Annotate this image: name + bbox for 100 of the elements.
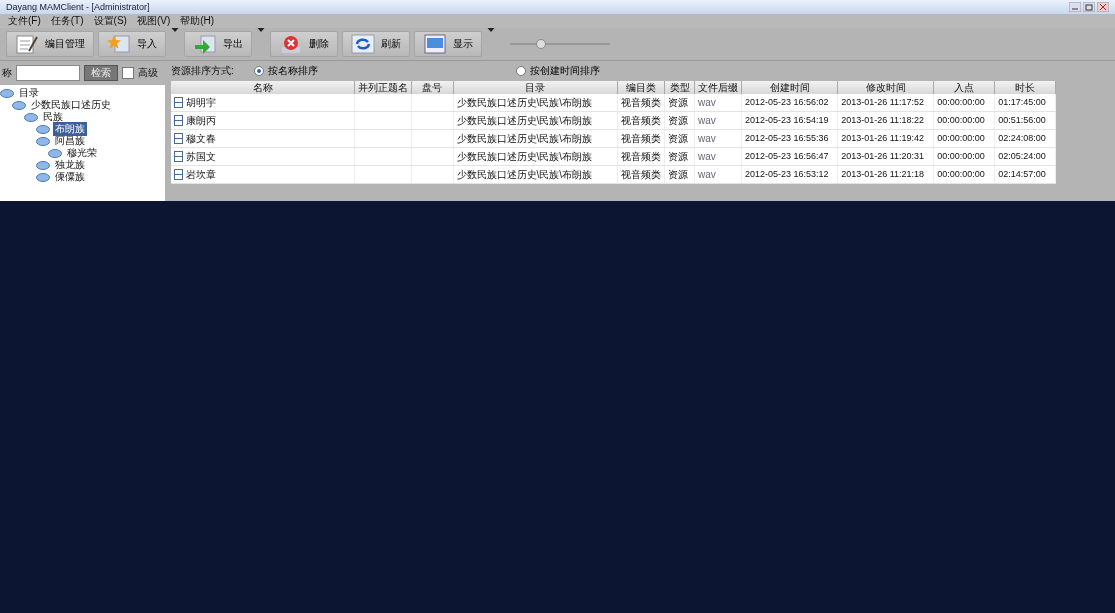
menu-item[interactable]: 任务(T) xyxy=(50,14,84,28)
close-icon[interactable] xyxy=(1097,2,1109,12)
table-cell-text: wav xyxy=(697,132,716,146)
table-cell-text: 02:05:24:00 xyxy=(998,150,1046,163)
table-cell-text: 00:00:00:00 xyxy=(937,96,985,109)
table-cell-text: wav xyxy=(697,96,716,110)
column-header[interactable]: 盘号 xyxy=(412,81,454,94)
node-icon xyxy=(36,172,50,182)
film-icon xyxy=(174,151,183,162)
toolbar-button[interactable]: 导出 xyxy=(184,31,252,57)
table-cell-text: 2012-05-23 16:56:47 xyxy=(745,150,829,163)
minimize-icon[interactable] xyxy=(1069,2,1081,12)
table-cell-text: wav xyxy=(697,168,716,182)
search-label: 称 xyxy=(2,66,12,80)
column-header[interactable]: 时长 xyxy=(995,81,1057,94)
advanced-checkbox[interactable] xyxy=(122,67,134,79)
tree-item[interactable]: 民族 xyxy=(41,110,65,124)
table-cell-text: 2013-01-26 11:21:18 xyxy=(841,168,925,181)
tree-item[interactable]: 少数民族口述历史 xyxy=(29,98,113,112)
table-cell-text: 资源 xyxy=(668,114,689,128)
table-cell-text: 00:00:00:00 xyxy=(937,132,985,145)
table-cell-text: 少数民族口述历史\民族\布朗族 xyxy=(456,150,593,164)
export-arrow-icon xyxy=(193,33,217,55)
tree-item[interactable]: 目录 xyxy=(17,86,41,100)
film-icon xyxy=(174,133,183,144)
table-cell-text: 02:14:57:00 xyxy=(998,168,1046,181)
tree-item[interactable]: 布朗族 xyxy=(53,122,87,136)
tree-item[interactable]: 傈僳族 xyxy=(53,170,87,184)
table-cell-text: 视音频类 xyxy=(621,168,662,182)
folder-node-icon xyxy=(36,136,50,146)
table-cell-text: 苏国文 xyxy=(186,150,216,164)
sort-label: 资源排序方式: xyxy=(171,64,234,78)
sort-radio[interactable]: 按创建时间排序 xyxy=(515,64,600,78)
table-cell-text: 康朗丙 xyxy=(186,114,216,128)
menu-item[interactable]: 文件(F) xyxy=(8,14,41,28)
table-cell-text: 00:00:00:00 xyxy=(937,114,985,127)
table-cell-text: 视音频类 xyxy=(621,150,662,164)
table-cell-text: 少数民族口述历史\民族\布朗族 xyxy=(456,114,593,128)
folder-node-icon xyxy=(24,112,38,122)
sort-radio[interactable]: 按名称排序 xyxy=(253,64,318,78)
table-cell-text: 资源 xyxy=(668,132,689,146)
table-cell-text: 00:51:56:00 xyxy=(998,114,1046,127)
column-header[interactable]: 编目类 xyxy=(618,81,666,94)
menu-item[interactable]: 帮助(H) xyxy=(180,14,215,28)
column-header[interactable]: 类型 xyxy=(665,81,695,94)
star-arrow-icon xyxy=(107,33,131,55)
table-cell-text: 2012-05-23 16:56:02 xyxy=(745,96,829,109)
menu-item[interactable]: 视图(V) xyxy=(136,14,171,28)
table-cell-text: wav xyxy=(697,114,716,128)
table-cell-text: 岩坎章 xyxy=(186,168,216,182)
column-header[interactable]: 目录 xyxy=(453,81,619,94)
table-cell-text: 2013-01-26 11:17:52 xyxy=(841,96,925,109)
column-header[interactable]: 名称 xyxy=(171,81,356,94)
monitor-icon xyxy=(423,33,447,55)
table-cell-text: 少数民族口述历史\民族\布朗族 xyxy=(456,168,593,182)
window-title: Dayang MAMClient - [Administrator] xyxy=(6,2,150,12)
search-button[interactable]: 检索 xyxy=(84,65,118,81)
film-icon xyxy=(174,115,183,126)
table-cell-text: 资源 xyxy=(668,150,689,164)
column-header[interactable]: 并列正题名 xyxy=(355,81,413,94)
toolbar-button[interactable]: 显示 xyxy=(414,31,482,57)
restore-icon[interactable] xyxy=(1083,2,1095,12)
film-icon xyxy=(174,169,183,180)
table-cell-text: 视音频类 xyxy=(621,96,662,110)
toolbar-button[interactable]: 编目管理 xyxy=(6,31,94,57)
toolbar-button[interactable]: 导入 xyxy=(98,31,166,57)
table-cell-text: 2013-01-26 11:19:42 xyxy=(841,132,925,145)
advanced-label: 高级 xyxy=(138,66,158,80)
toolbar-button[interactable]: 刷新 xyxy=(342,31,410,57)
node-icon xyxy=(36,160,50,170)
table-cell-text: 资源 xyxy=(668,96,689,110)
column-header[interactable]: 入点 xyxy=(934,81,996,94)
folder-node-icon xyxy=(0,88,14,98)
table-cell-text: 2012-05-23 16:54:19 xyxy=(745,114,829,127)
table-cell-text: 穆文春 xyxy=(186,132,216,146)
table-cell-text: 2012-05-23 16:53:12 xyxy=(745,168,829,181)
tree-item[interactable]: 阿昌族 xyxy=(53,134,87,148)
notepad-icon xyxy=(15,33,39,55)
column-header[interactable]: 文件后缀 xyxy=(694,81,743,94)
search-field[interactable] xyxy=(16,65,80,81)
zoom-slider[interactable] xyxy=(510,39,610,49)
table-cell-text: wav xyxy=(697,150,716,164)
table-cell-text: 视音频类 xyxy=(621,114,662,128)
table-cell-text: 2012-05-23 16:55:36 xyxy=(745,132,829,145)
column-header[interactable]: 创建时间 xyxy=(742,81,839,94)
table-cell-text: 00:00:00:00 xyxy=(937,168,985,181)
table-cell-text: 资源 xyxy=(668,168,689,182)
table-cell-text: 视音频类 xyxy=(621,132,662,146)
refresh-icon xyxy=(351,33,375,55)
node-icon xyxy=(48,148,62,158)
table-cell-text: 少数民族口述历史\民族\布朗族 xyxy=(456,132,593,146)
table-cell-text: 2013-01-26 11:20:31 xyxy=(841,150,925,163)
table-cell-text: 2013-01-26 11:18:22 xyxy=(841,114,925,127)
column-header[interactable]: 修改时间 xyxy=(838,81,935,94)
toolbar-button[interactable]: 删除 xyxy=(270,31,338,57)
tree-item[interactable]: 独龙族 xyxy=(53,158,87,172)
table-cell-text: 少数民族口述历史\民族\布朗族 xyxy=(456,96,593,110)
tree-item[interactable]: 穆光荣 xyxy=(65,146,99,160)
menu-item[interactable]: 设置(S) xyxy=(93,14,127,28)
folder-node-icon xyxy=(12,100,26,110)
